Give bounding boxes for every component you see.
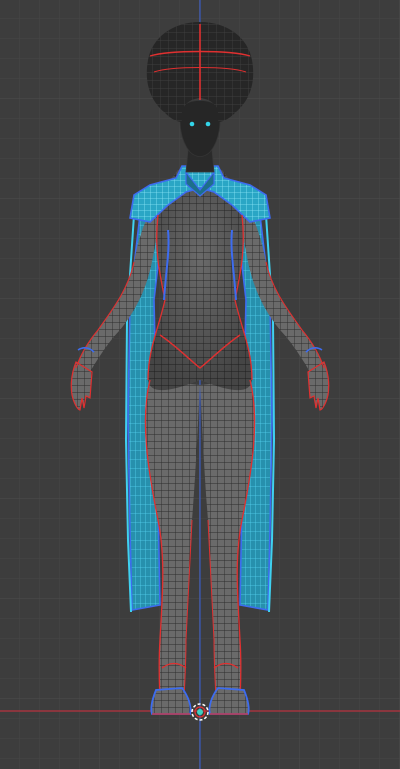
left-foot [150, 687, 192, 715]
right-foot [208, 687, 250, 715]
3d-viewport[interactable] [0, 0, 400, 769]
right-eye [205, 121, 211, 127]
left-eye [189, 121, 195, 127]
viewport-canvas[interactable] [0, 0, 400, 769]
